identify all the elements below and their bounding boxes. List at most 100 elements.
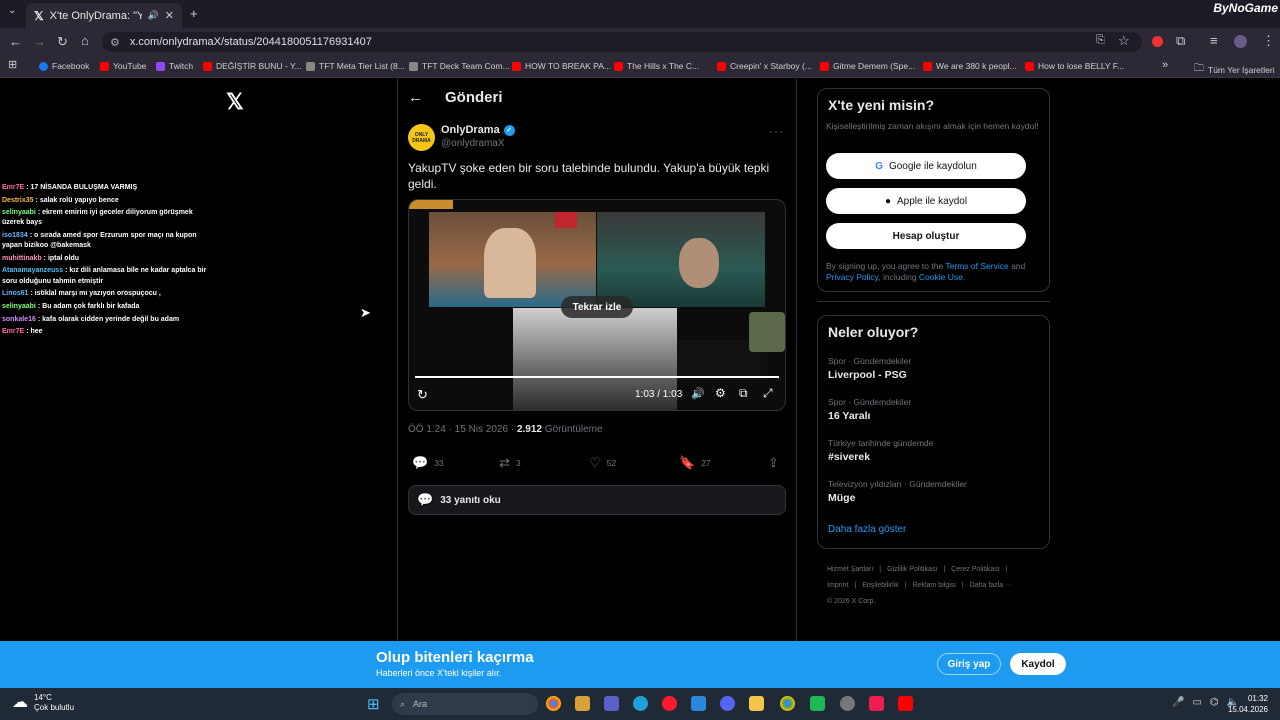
taskbar-search-placeholder: Ara — [413, 699, 428, 709]
chrome-icon[interactable] — [546, 696, 561, 711]
edge-icon[interactable] — [633, 696, 648, 711]
install-app-icon[interactable]: ⎘ — [1096, 35, 1105, 46]
teams-icon[interactable] — [604, 696, 619, 711]
taskbar-clock[interactable]: 01:32 15.04.2026 — [1228, 693, 1268, 715]
trend-item[interactable]: Türkiye tarihinde gündemde #siverek — [828, 438, 933, 463]
video-player[interactable]: Tekrar izle ↻ 1:03 / 1:03 🔊 ⚙ ⧉ ⤢ — [408, 199, 786, 411]
bookmarks-bar: ⊞ Facebook YouTube Twitch DEĞİŞTİR BUNU … — [0, 56, 1280, 78]
video-progress-bar[interactable] — [415, 376, 779, 378]
back-icon[interactable]: ← — [9, 35, 22, 48]
reply-button[interactable]: 💬 33 — [412, 455, 444, 471]
weather-widget[interactable]: ☁ 14°C Çok bulutlu — [12, 693, 74, 713]
media-control-icon[interactable]: ≡ — [1210, 34, 1218, 47]
like-button[interactable]: ♡ 52 — [589, 455, 616, 471]
x-logo-icon[interactable]: 𝕏 — [226, 89, 244, 115]
tab-list-chevron-icon[interactable]: ⌄ — [8, 6, 16, 16]
display-icon[interactable]: ▭ — [1192, 697, 1201, 708]
bookmark-item[interactable]: YouTube — [100, 61, 146, 71]
terms-link[interactable]: Terms of Service — [945, 261, 1008, 271]
apps-grid-icon[interactable]: ⊞ — [8, 60, 17, 71]
bookmark-item[interactable]: HOW TO BREAK PA... — [512, 61, 611, 71]
taskbar-search[interactable]: ⌕ Ara — [392, 693, 538, 715]
replay-button[interactable]: Tekrar izle — [561, 296, 633, 318]
site-info-icon[interactable]: ⚙ — [110, 36, 120, 49]
opera-icon[interactable] — [662, 696, 677, 711]
google-signup-button[interactable]: G Google ile kaydolun — [826, 153, 1026, 179]
footer-link[interactable]: Gizlilik Politikası — [887, 566, 937, 573]
footer-link[interactable]: Imprint — [827, 582, 848, 589]
home-icon[interactable]: ⌂ — [81, 34, 89, 47]
post-timestamp[interactable]: ÖÖ 1:24 · 15 Nis 2026 · — [408, 424, 517, 435]
avatar[interactable]: ONLY DRAMA — [408, 124, 435, 151]
read-replies-button[interactable]: 💬 33 yanıtı oku — [408, 485, 786, 515]
bookmark-item[interactable]: We are 380 k peopl... — [923, 61, 1017, 71]
bookmark-item[interactable]: DEĞİŞTİR BUNU - Y... — [203, 61, 302, 71]
youtube-icon — [100, 61, 109, 71]
bookmark-star-icon[interactable]: ☆ — [1118, 34, 1130, 47]
browser-tab-active[interactable]: 𝕏 X'te OnlyDrama: "YakupTV 🔊 ✕ — [26, 3, 182, 28]
profile-avatar[interactable] — [1234, 35, 1247, 48]
privacy-link[interactable]: Privacy Policy — [826, 272, 878, 282]
footer-link[interactable]: Daha fazla ··· — [970, 582, 1012, 589]
all-bookmarks[interactable]: 🗀 Tüm Yer İşaretleri — [1194, 61, 1275, 78]
cookie-link[interactable]: Cookie Use — [919, 272, 963, 282]
extensions-icon[interactable]: ⧉ — [1176, 34, 1185, 47]
trend-item[interactable]: Spor · Gündemdekiler Liverpool - PSG — [828, 356, 911, 381]
bookmark-item[interactable]: Creepin' x Starboy (... — [717, 61, 812, 71]
share-button[interactable]: ⇪ — [768, 455, 779, 471]
bookmark-item[interactable]: Gitme Demem (Spe... — [820, 61, 915, 71]
reload-icon[interactable]: ↻ — [57, 35, 68, 48]
author-handle[interactable]: @onlydramaX — [441, 138, 505, 149]
bookmark-button[interactable]: 🔖 27 — [679, 455, 711, 471]
network-icon[interactable]: ⌬ — [1210, 697, 1219, 708]
footer-link[interactable]: Hizmet Şartları — [827, 566, 873, 573]
bookmark-item[interactable]: How to lose BELLY F... — [1025, 61, 1124, 71]
trend-item[interactable]: Spor · Gündemdekiler 16 Yaralı — [828, 397, 911, 422]
footer-link[interactable]: Reklam bilgisi — [913, 582, 956, 589]
bookmark-item[interactable]: The Hills x The C... — [614, 61, 699, 71]
bookmark-count: 27 — [701, 458, 711, 468]
folder-icon[interactable] — [749, 696, 764, 711]
picture-in-picture-icon[interactable]: ⧉ — [739, 386, 748, 401]
bookmark-item[interactable]: TFT Deck Team Com... — [409, 61, 510, 71]
settings-gear-icon[interactable]: ⚙ — [715, 386, 726, 400]
tiktok-icon[interactable] — [869, 696, 884, 711]
windows-start-icon[interactable]: ⊞ — [367, 695, 380, 713]
apple-signup-button[interactable]: ● Apple ile kaydol — [826, 188, 1026, 214]
steam-icon[interactable] — [840, 696, 855, 711]
discord-icon[interactable] — [720, 696, 735, 711]
legal-text: , including — [878, 272, 919, 282]
forward-icon[interactable]: → — [33, 35, 46, 48]
replay-icon[interactable]: ↻ — [417, 387, 428, 403]
fullscreen-icon[interactable]: ⤢ — [763, 386, 773, 401]
browser-menu-icon[interactable]: ⋮ — [1262, 34, 1275, 47]
youtube-icon[interactable] — [898, 696, 913, 711]
mic-icon[interactable]: 🎤 — [1172, 697, 1184, 708]
show-more-link[interactable]: Daha fazla göster — [828, 524, 906, 535]
footer-link[interactable]: Çerez Politikası — [951, 566, 1000, 573]
extension-opera-icon[interactable] — [1152, 36, 1163, 47]
bookmark-item[interactable]: Facebook — [39, 61, 89, 71]
footer-link[interactable]: Erişilebilirlik — [862, 582, 899, 589]
back-arrow-icon[interactable]: ← — [408, 89, 423, 106]
repost-button[interactable]: ⇄ 3 — [499, 455, 521, 471]
bookmark-item[interactable]: Twitch — [156, 61, 193, 71]
trend-item[interactable]: Televizyon yıldızları · Gündemdekiler Müg… — [828, 479, 967, 504]
tab-audio-icon[interactable]: 🔊 — [148, 10, 159, 21]
volume-icon[interactable]: 🔊 — [691, 387, 705, 400]
mail-icon[interactable] — [691, 696, 706, 711]
register-button[interactable]: Kaydol — [1010, 653, 1066, 675]
address-bar[interactable]: ⚙ x.com/onlydramaX/status/20441800511769… — [102, 32, 1142, 52]
author-name[interactable]: OnlyDrama ✓ — [441, 124, 515, 136]
bookmark-item[interactable]: TFT Meta Tier List (8... — [306, 61, 405, 71]
file-explorer-icon[interactable] — [575, 696, 590, 711]
more-options-icon[interactable]: ··· — [769, 124, 784, 138]
new-tab-icon[interactable]: + — [190, 7, 198, 20]
tab-close-icon[interactable]: ✕ — [165, 9, 174, 22]
bookmarks-overflow-icon[interactable]: » — [1162, 60, 1168, 71]
signup-card: X'te yeni misin? Kişiselleştirilmiş zama… — [817, 88, 1050, 292]
chrome-active-icon[interactable] — [780, 696, 795, 711]
login-button[interactable]: Giriş yap — [937, 653, 1001, 675]
app-icon[interactable] — [810, 696, 825, 711]
create-account-button[interactable]: Hesap oluştur — [826, 223, 1026, 249]
